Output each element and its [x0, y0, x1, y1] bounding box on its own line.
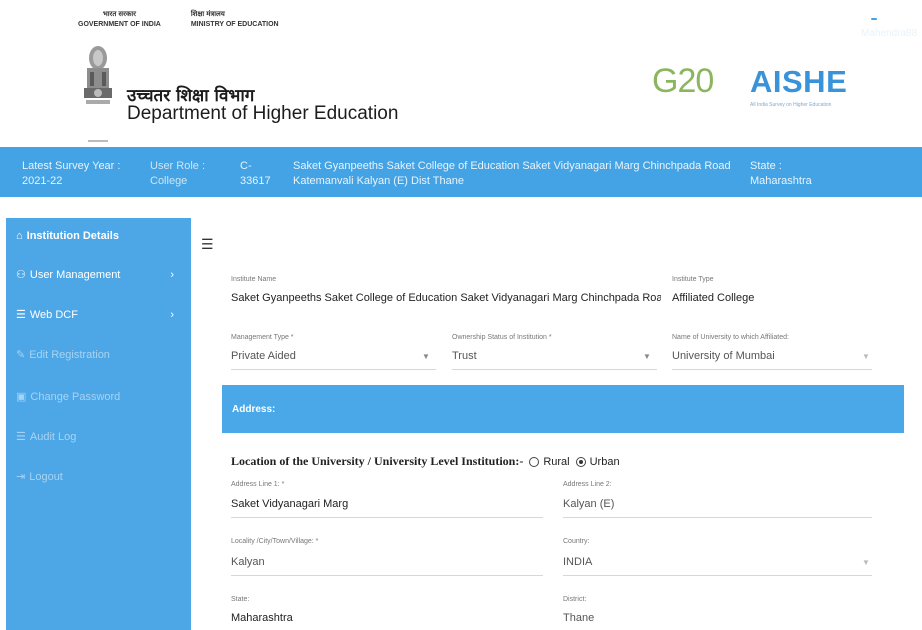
survey-year-value: 2021-22	[22, 175, 63, 187]
survey-year-label: Latest Survey Year :	[22, 160, 121, 172]
institution-code-value: 33617	[240, 175, 271, 187]
ministry-hindi: शिक्षा मंत्रालय	[190, 11, 225, 18]
sidebar-collapse-icon[interactable]: ☰	[201, 236, 214, 253]
user-account-icon[interactable]	[868, 12, 880, 24]
list-icon: ☰	[16, 431, 26, 443]
sidebar-item-label: Web DCF	[29, 308, 78, 321]
state-field-label: State:	[231, 596, 250, 603]
address-line2-input[interactable]: Kalyan (E)	[563, 498, 614, 510]
management-type-underline	[231, 369, 436, 370]
locality-label: Locality /City/Town/Village: *	[231, 538, 319, 545]
locality-underline	[231, 575, 543, 576]
g20-logo-text: G20	[652, 62, 714, 100]
aishe-subtitle: All India Survey on Higher Education	[750, 102, 832, 108]
ownership-status-label: Ownership Status of Institution *	[452, 334, 552, 341]
dropdown-caret-icon[interactable]: ▼	[862, 558, 870, 567]
sidebar-item-logout[interactable]: ⇥ Logout	[16, 470, 186, 484]
state-label: State :	[750, 160, 782, 172]
gov-hindi: भारत सरकार	[102, 11, 137, 18]
institute-name-value: Saket Gyanpeeths Saket College of Educat…	[231, 292, 661, 304]
country-label: Country:	[563, 538, 590, 545]
username[interactable]: Mahendra88	[861, 28, 917, 39]
aishe-logo: AISHE All India Survey on Higher Educati…	[750, 64, 847, 108]
institution-code-label: C-	[240, 160, 252, 172]
ministry-english: MINISTRY OF EDUCATION	[190, 21, 279, 28]
sidebar-item-institution-details[interactable]: ⌂ Institution Details	[16, 230, 186, 242]
sidebar-item-label: Edit Registration	[29, 348, 110, 361]
chevron-right-icon: ›	[170, 308, 174, 321]
user-role-value: College	[150, 175, 188, 187]
institute-name-label: Institute Name	[231, 276, 277, 283]
address-line1-label: Address Line 1: *	[231, 481, 285, 488]
rural-radio-label: Rural	[543, 455, 570, 468]
sidebar: ⌂ Institution Details ⚇ User Management …	[6, 218, 191, 630]
state-select[interactable]: Maharashtra	[231, 612, 293, 624]
university-select[interactable]: University of Mumbai	[672, 350, 775, 362]
state-cell: State : Maharashtra	[750, 159, 812, 189]
sidebar-item-user-management[interactable]: ⚇ User Management ›	[16, 268, 186, 282]
ownership-status-underline	[452, 369, 657, 370]
lock-icon: ▣	[16, 391, 27, 403]
address-line2-label: Address Line 2:	[563, 481, 612, 488]
users-icon: ⚇	[16, 269, 26, 281]
aishe-title: AISHE	[750, 64, 848, 99]
info-bar: Latest Survey Year : 2021-22 User Role :…	[0, 147, 922, 197]
sidebar-item-edit-registration[interactable]: ✎ Edit Registration	[16, 348, 186, 362]
institution-name-line1: Saket Gyanpeeths Saket College of Educat…	[293, 160, 731, 172]
user-role-label: User Role :	[150, 160, 206, 172]
gov-header-line: भारत सरकार GOVERNMENT OF INDIA शिक्षा मं…	[78, 10, 279, 30]
dept-title-english: Department of Higher Education	[127, 103, 399, 124]
home-icon: ⌂	[16, 230, 23, 242]
ownership-status-select[interactable]: Trust	[452, 350, 477, 362]
university-label: Name of University to which Affiliated:	[672, 334, 789, 341]
sidebar-item-web-dcf[interactable]: ☰ Web DCF ›	[16, 308, 186, 322]
sidebar-item-label: Institution Details	[26, 230, 119, 242]
address-line2-underline	[563, 517, 872, 518]
logout-icon: ⇥	[16, 471, 26, 483]
sidebar-item-audit-log[interactable]: ☰ Audit Log	[16, 430, 186, 444]
address-section-header: Address:	[222, 385, 904, 433]
sidebar-item-label: Change Password	[30, 390, 121, 403]
university-underline	[672, 369, 872, 370]
survey-year-cell: Latest Survey Year : 2021-22	[22, 159, 120, 189]
address-line1-underline	[231, 517, 543, 518]
institution-name-line2: Katemanvali Kalyan (E) Dist Thane	[293, 175, 464, 187]
g20-logo: G20	[652, 62, 732, 122]
district-select[interactable]: Thane	[563, 612, 594, 624]
sidebar-item-label: Audit Log	[29, 430, 77, 443]
state-value: Maharashtra	[750, 175, 812, 187]
institution-name-cell: Saket Gyanpeeths Saket College of Educat…	[293, 159, 731, 189]
address-line1-input[interactable]: Saket Vidyanagari Marg	[231, 498, 348, 510]
rural-radio[interactable]	[529, 456, 540, 467]
national-emblem-icon	[84, 46, 112, 142]
chevron-right-icon: ›	[170, 268, 174, 281]
urban-radio[interactable]	[575, 456, 586, 467]
address-section-title: Address:	[232, 404, 276, 415]
district-label: District:	[563, 596, 587, 603]
urban-radio-label: Urban	[589, 455, 620, 468]
edit-icon: ✎	[16, 349, 26, 361]
gov-india-block: भारत सरकार GOVERNMENT OF INDIA	[78, 10, 161, 30]
institute-type-value: Affiliated College	[672, 292, 755, 304]
dropdown-caret-icon[interactable]: ▼	[422, 352, 430, 361]
location-radio-group: Location of the University / University …	[231, 454, 620, 469]
institute-type-label: Institute Type	[672, 276, 714, 283]
locality-input[interactable]: Kalyan	[231, 556, 265, 568]
country-select[interactable]: INDIA	[563, 556, 592, 568]
management-type-label: Management Type *	[231, 334, 294, 341]
management-type-select[interactable]: Private Aided	[231, 350, 296, 362]
dropdown-caret-icon[interactable]: ▼	[643, 352, 651, 361]
gov-english: GOVERNMENT OF INDIA	[78, 21, 161, 28]
ministry-block: शिक्षा मंत्रालय MINISTRY OF EDUCATION	[191, 10, 279, 30]
sidebar-item-label: Logout	[29, 470, 63, 483]
country-underline	[563, 575, 872, 576]
list-icon: ☰	[16, 309, 26, 321]
location-label: Location of the University / University …	[231, 454, 524, 468]
institution-code-cell: C- 33617	[240, 159, 271, 189]
sidebar-item-change-password[interactable]: ▣ Change Password	[16, 390, 186, 404]
user-role-cell: User Role : College	[150, 159, 205, 189]
sidebar-item-label: User Management	[29, 268, 121, 281]
dropdown-caret-icon[interactable]: ▼	[862, 352, 870, 361]
